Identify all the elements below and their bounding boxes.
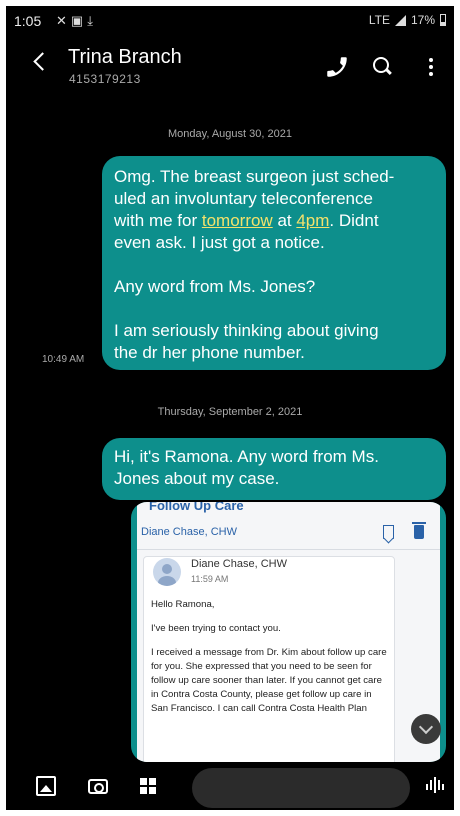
email-paragraph: I've been trying to contact you.	[151, 623, 281, 634]
signal-icon	[394, 14, 406, 26]
network-label: LTE	[368, 13, 390, 27]
avatar	[153, 558, 181, 586]
image-notification-icon: ▣	[70, 13, 88, 28]
status-time: 1:05	[14, 13, 42, 29]
contact-number: 4153179213	[69, 72, 141, 86]
status-bar: 1:05 ✕▣⤓ LTE 17%	[6, 6, 454, 36]
message-text: Any word from Ms. Jones?	[114, 277, 316, 296]
message-text: Hi, it's Ramona. Any word from Ms. Jones…	[114, 447, 379, 488]
email-greeting: Hello Ramona,	[151, 599, 215, 610]
notification-icons: ✕▣⤓	[56, 13, 97, 29]
time-link[interactable]: 4pm	[296, 211, 329, 230]
email-body: Hello Ramona, I've been trying to contac…	[151, 598, 387, 716]
battery-percent: 17%	[410, 13, 435, 27]
email-subject: Follow Up Care	[149, 502, 244, 513]
trash-icon	[412, 522, 426, 539]
date-link[interactable]: tomorrow	[202, 211, 273, 230]
image-icon[interactable]	[36, 776, 56, 796]
scroll-to-bottom-button[interactable]	[411, 714, 441, 744]
more-icon[interactable]	[418, 54, 444, 80]
search-icon[interactable]	[370, 54, 396, 80]
message-time: 10:49 AM	[42, 354, 85, 365]
email-paragraph: I received a message from Dr. Kim about …	[151, 647, 387, 714]
battery-icon	[440, 14, 446, 26]
sent-message-bubble[interactable]: Hi, it's Ramona. Any word from Ms. Jones…	[102, 438, 446, 500]
camera-icon[interactable]	[88, 779, 108, 794]
bookmark-icon	[383, 525, 394, 539]
email-time: 11:59 AM	[191, 574, 229, 584]
compose-toolbar	[6, 762, 454, 810]
date-separator: Monday, August 30, 2021	[168, 128, 292, 140]
status-right: LTE 17%	[369, 13, 446, 27]
email-screenshot: Follow Up Care Diane Chase, CHW Diane Ch…	[137, 502, 440, 762]
sent-message-bubble[interactable]: Omg. The breast surgeon just sched- uled…	[102, 156, 446, 370]
conversation-header: Trina Branch 4153179213	[6, 40, 454, 96]
missed-call-icon: ✕	[56, 13, 71, 28]
email-header: Diane Chase, CHW	[137, 516, 440, 550]
messages-screen: 1:05 ✕▣⤓ LTE 17% Trina Branch 4153179213…	[6, 6, 454, 810]
voice-icon[interactable]	[424, 776, 446, 796]
back-icon[interactable]	[30, 50, 54, 74]
image-attachment[interactable]: Follow Up Care Diane Chase, CHW Diane Ch…	[131, 502, 446, 762]
email-from: Diane Chase, CHW	[191, 558, 287, 570]
phone-icon[interactable]	[324, 54, 350, 80]
contact-name[interactable]: Trina Branch	[68, 46, 182, 69]
date-separator: Thursday, September 2, 2021	[157, 406, 303, 418]
download-icon: ⤓	[87, 13, 97, 28]
message-input[interactable]	[192, 768, 410, 808]
message-text: I am seriously thinking about giving the…	[114, 321, 379, 362]
message-text: Omg. The breast surgeon just sched- uled…	[114, 167, 395, 252]
email-sender-header: Diane Chase, CHW	[141, 526, 237, 538]
apps-icon[interactable]	[138, 776, 158, 796]
